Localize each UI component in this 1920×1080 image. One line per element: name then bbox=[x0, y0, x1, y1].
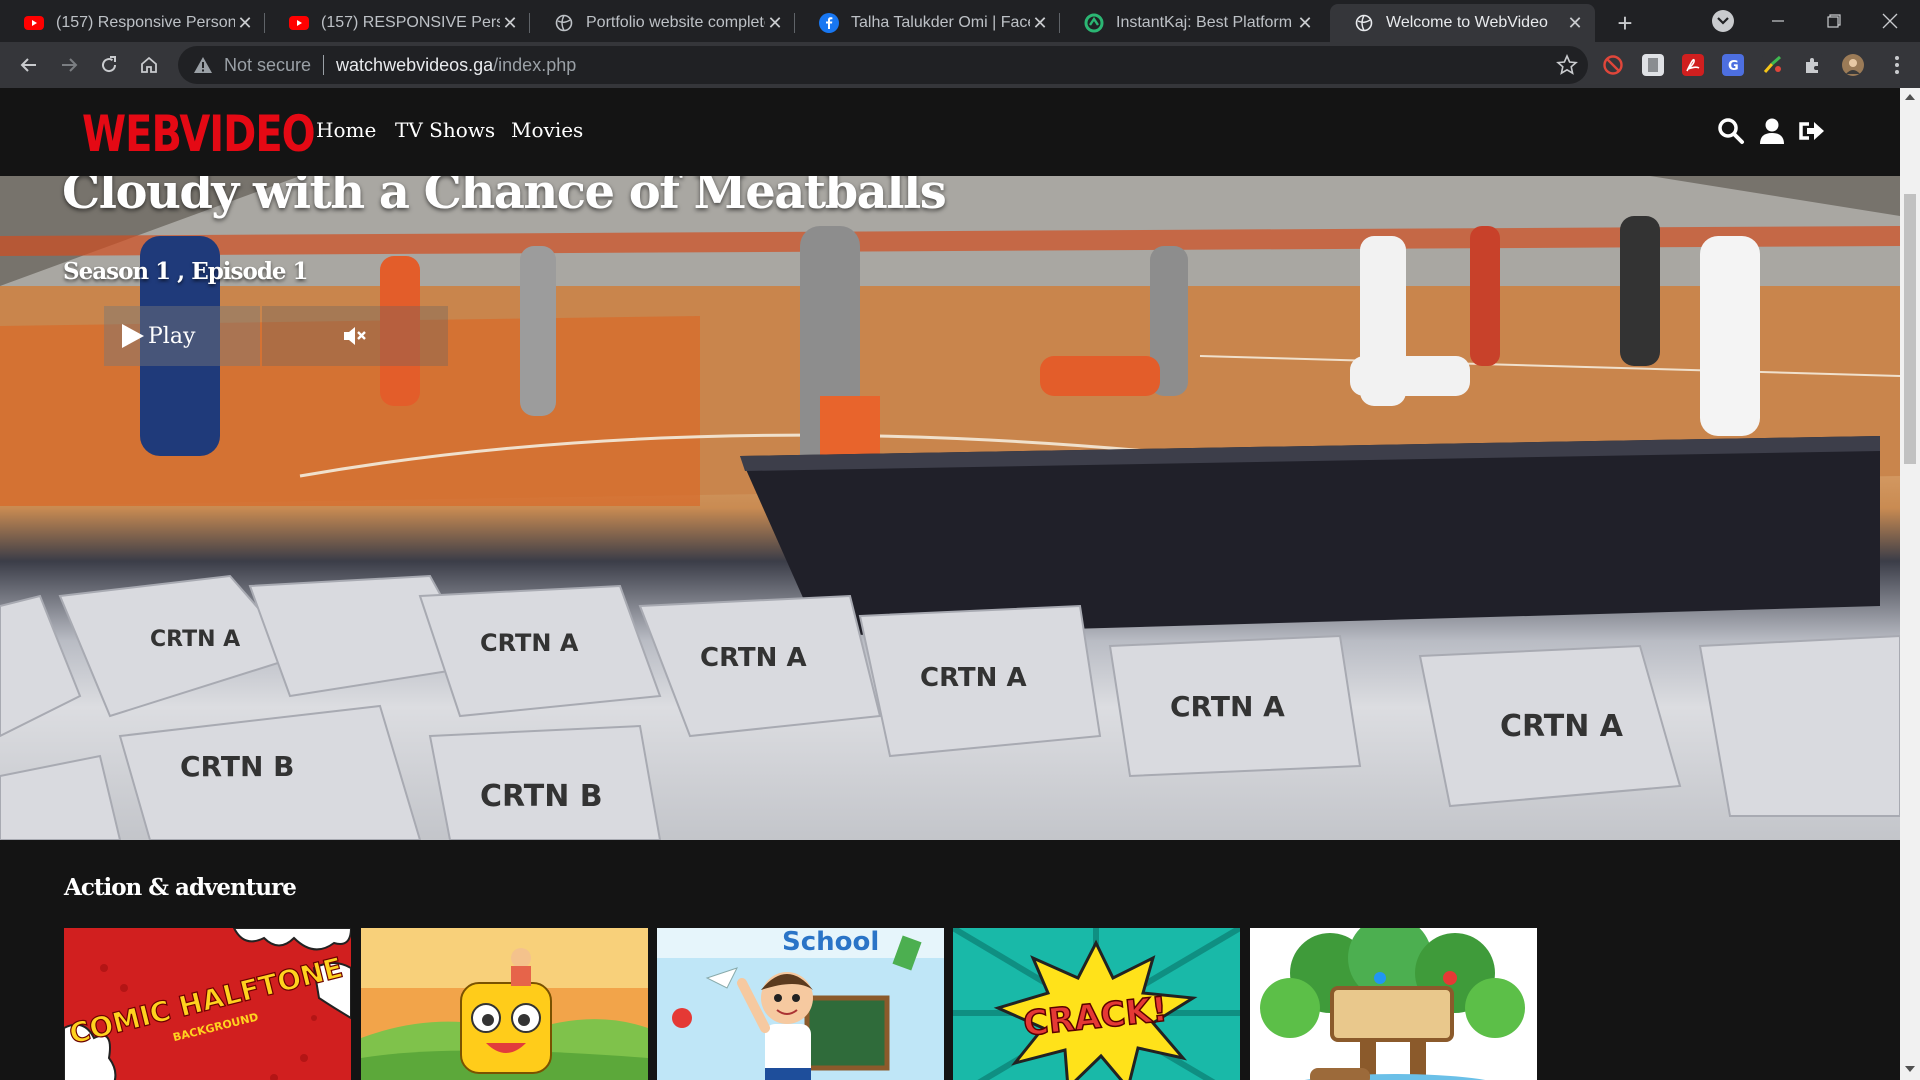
page-scrollbar[interactable] bbox=[1900, 88, 1920, 1080]
mute-button[interactable] bbox=[262, 306, 448, 366]
instantkaj-icon bbox=[1084, 13, 1104, 33]
svg-text:CRTN B: CRTN B bbox=[180, 750, 294, 783]
globe-icon bbox=[554, 13, 574, 33]
school-bus-thumbnail[interactable] bbox=[361, 928, 648, 1080]
minimize-window-icon[interactable] bbox=[1750, 0, 1806, 42]
profile-avatar[interactable] bbox=[1842, 54, 1864, 76]
comic-halftone-thumbnail[interactable]: COMIC HALFTONE BACKGROUND bbox=[64, 928, 351, 1080]
play-button[interactable]: Play bbox=[104, 306, 260, 366]
browser-tab-active[interactable]: Welcome to WebVideo ✕ bbox=[1330, 4, 1595, 42]
svg-text:CRTN A: CRTN A bbox=[700, 643, 807, 673]
svg-text:CRTN A: CRTN A bbox=[1170, 690, 1285, 723]
browser-tab[interactable]: Portfolio website complete ✕ bbox=[530, 4, 795, 42]
thumbnail-caption: School bbox=[782, 928, 879, 957]
grammar-extension-icon[interactable]: G bbox=[1722, 54, 1744, 76]
close-tab-icon[interactable]: ✕ bbox=[1565, 13, 1585, 33]
svg-text:CRTN A: CRTN A bbox=[480, 629, 579, 657]
close-tab-icon[interactable]: ✕ bbox=[500, 13, 520, 33]
svg-text:CRTN B: CRTN B bbox=[480, 779, 603, 814]
svg-text:CRTN A: CRTN A bbox=[1500, 709, 1624, 744]
hero-episode-label: Season 1 , Episode 1 bbox=[63, 258, 309, 285]
tab-title: (157) RESPONSIVE Personal bbox=[321, 14, 500, 31]
url-path: /index.php bbox=[493, 54, 577, 75]
close-tab-icon[interactable]: ✕ bbox=[1030, 13, 1050, 33]
address-bar[interactable]: Not secure watchwebvideos.ga /index.php bbox=[178, 46, 1588, 84]
browser-toolbar: Not secure watchwebvideos.ga /index.php … bbox=[0, 42, 1920, 88]
blocker-extension-icon[interactable] bbox=[1602, 54, 1624, 76]
facebook-icon bbox=[819, 13, 839, 33]
web-page: WEBVIDEO Home TV Shows Movies CRTN A CRT… bbox=[0, 88, 1900, 1080]
url-host: watchwebvideos.ga bbox=[336, 54, 494, 75]
forward-arrow-icon[interactable] bbox=[54, 50, 84, 80]
youtube-icon bbox=[289, 13, 309, 33]
volume-mute-icon bbox=[344, 327, 366, 345]
scroll-up-arrow-icon[interactable] bbox=[1905, 94, 1915, 100]
browser-tab[interactable]: (157) Responsive Personal P ✕ bbox=[0, 4, 265, 42]
close-window-icon[interactable] bbox=[1862, 0, 1918, 42]
tab-title: InstantKaj: Best Platform for bbox=[1116, 14, 1295, 31]
color-picker-extension-icon[interactable] bbox=[1762, 54, 1784, 76]
back-arrow-icon[interactable] bbox=[14, 50, 44, 80]
svg-text:CRTN A: CRTN A bbox=[920, 663, 1027, 693]
svg-text:G: G bbox=[1728, 59, 1739, 74]
browser-tab[interactable]: (157) RESPONSIVE Personal ✕ bbox=[265, 4, 530, 42]
tab-title: Welcome to WebVideo bbox=[1386, 14, 1548, 31]
site-logo[interactable]: WEBVIDEO bbox=[82, 106, 316, 164]
tab-title: Talha Talukder Omi | Facebo bbox=[851, 14, 1030, 31]
restore-window-icon[interactable] bbox=[1806, 0, 1862, 42]
tab-search-icon[interactable] bbox=[1712, 10, 1734, 32]
browser-menu-icon[interactable] bbox=[1884, 52, 1910, 78]
site-navbar: WEBVIDEO Home TV Shows Movies bbox=[0, 88, 1900, 176]
puzzle-extensions-icon[interactable] bbox=[1802, 54, 1824, 76]
new-tab-button[interactable]: + bbox=[1610, 8, 1640, 38]
docs-extension-icon[interactable] bbox=[1642, 54, 1664, 76]
scroll-down-arrow-icon[interactable] bbox=[1905, 1066, 1915, 1072]
row-title: Action & adventure bbox=[64, 874, 297, 901]
scrollbar-thumb[interactable] bbox=[1904, 194, 1916, 464]
warning-icon[interactable] bbox=[192, 54, 214, 76]
nav-tv-shows-link[interactable]: TV Shows bbox=[395, 118, 495, 142]
browser-tab[interactable]: InstantKaj: Best Platform for ✕ bbox=[1060, 4, 1325, 42]
close-tab-icon[interactable]: ✕ bbox=[765, 13, 785, 33]
play-button-label: Play bbox=[148, 323, 196, 349]
nav-home-link[interactable]: Home bbox=[316, 118, 376, 142]
tab-title: (157) Responsive Personal P bbox=[56, 14, 235, 31]
play-icon bbox=[122, 324, 144, 348]
browser-tab-strip: (157) Responsive Personal P ✕ (157) RESP… bbox=[0, 0, 1920, 42]
nav-movies-link[interactable]: Movies bbox=[511, 118, 583, 142]
user-icon[interactable] bbox=[1757, 116, 1787, 146]
security-status-label[interactable]: Not secure bbox=[224, 55, 311, 76]
globe-icon bbox=[1354, 13, 1374, 33]
crack-thumbnail[interactable]: CRACK! bbox=[953, 928, 1240, 1080]
close-tab-icon[interactable]: ✕ bbox=[235, 13, 255, 33]
sign-out-icon[interactable] bbox=[1797, 116, 1827, 146]
acrobat-extension-icon[interactable] bbox=[1682, 54, 1704, 76]
browser-tab[interactable]: Talha Talukder Omi | Facebo ✕ bbox=[795, 4, 1060, 42]
bookmark-star-icon[interactable] bbox=[1556, 54, 1578, 76]
svg-text:CRTN A: CRTN A bbox=[150, 627, 240, 652]
search-icon[interactable] bbox=[1716, 116, 1746, 146]
school-boy-thumbnail[interactable]: School bbox=[657, 928, 944, 1080]
youtube-icon bbox=[24, 13, 44, 33]
hero-banner: CRTN A CRTN A CRTN A CRTN A CRTN A CRTN … bbox=[0, 176, 1900, 840]
reload-icon[interactable] bbox=[94, 50, 124, 80]
close-tab-icon[interactable]: ✕ bbox=[1295, 13, 1315, 33]
home-icon[interactable] bbox=[134, 50, 164, 80]
hero-title: Cloudy with a Chance of Meatballs bbox=[62, 176, 947, 220]
jungle-sign-thumbnail[interactable] bbox=[1250, 928, 1537, 1080]
tab-title: Portfolio website complete bbox=[586, 14, 765, 31]
